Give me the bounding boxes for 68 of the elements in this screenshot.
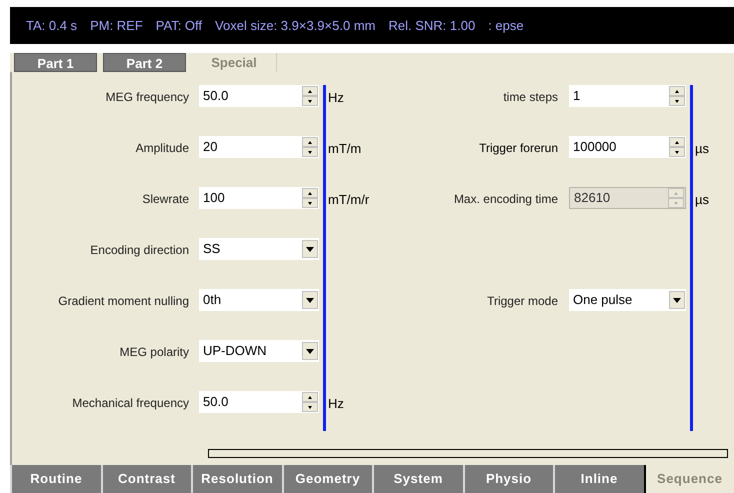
tab[interactable]: Resolution (191, 465, 282, 493)
up-arrow-icon (674, 88, 680, 94)
tab[interactable]: Inline (553, 465, 644, 493)
dropdown[interactable]: One pulse (569, 289, 686, 311)
spin-field[interactable]: 1 (569, 85, 686, 107)
spin-field[interactable]: 50.0 (199, 85, 319, 107)
up-arrow-icon (307, 88, 313, 94)
status-text: Rel. SNR: 1.00 (388, 16, 476, 35)
field-label: MEG polarity (118, 344, 189, 361)
field-label: MEG frequency (104, 89, 189, 106)
status-text: PAT: Off (156, 16, 202, 35)
field-label: Amplitude (134, 140, 189, 157)
spin-up-button[interactable] (302, 392, 318, 402)
spin-up-button[interactable] (669, 137, 685, 147)
spin-field[interactable]: 50.0 (199, 391, 319, 413)
tab[interactable]: System (372, 465, 462, 493)
field-label: Encoding direction (89, 242, 189, 259)
unit-label: Hz (327, 395, 345, 413)
spin-down-button[interactable] (669, 147, 685, 157)
tab[interactable]: Contrast (100, 465, 191, 493)
unit-label: mT/m/r (327, 191, 370, 209)
down-arrow-icon (307, 200, 313, 206)
spin-field[interactable]: 20 (199, 136, 319, 158)
status-text: TA: 0.4 s (26, 16, 78, 35)
spin-field[interactable]: 100 (199, 187, 319, 209)
field-label: Gradient moment nulling (57, 293, 189, 310)
down-arrow-icon (674, 98, 680, 104)
field-label: Trigger forerun (478, 140, 558, 157)
spin-up-button[interactable] (302, 188, 318, 198)
field-label: Mechanical frequency (71, 395, 189, 412)
spin-field[interactable]: 100000 (569, 136, 686, 158)
unit-label: mT/m (327, 140, 362, 158)
up-arrow-icon (307, 394, 313, 400)
field-label: time steps (502, 89, 558, 106)
up-arrow-icon (307, 190, 313, 196)
spin-down-button[interactable] (302, 147, 318, 157)
tab[interactable]: Routine (10, 465, 100, 493)
unit-label: µs (694, 140, 710, 158)
spin-up-button[interactable] (302, 86, 318, 96)
dropdown[interactable]: SS (199, 238, 319, 260)
unit-label: µs (694, 191, 710, 209)
dropdown[interactable]: UP-DOWN (199, 340, 319, 362)
tab[interactable]: Physio (462, 465, 553, 493)
down-arrow-icon (307, 98, 313, 104)
status-text: PM: REF (90, 16, 143, 35)
spin-up-button[interactable] (669, 86, 685, 96)
status-text: : epse (488, 16, 524, 35)
spin-down-button[interactable] (302, 198, 318, 208)
up-arrow-icon (674, 140, 680, 144)
spin-down-button[interactable] (669, 96, 685, 106)
field-label: Slewrate (141, 191, 189, 208)
spin-down-button[interactable] (302, 402, 318, 412)
spin-up-button[interactable] (302, 137, 318, 147)
tab[interactable]: Part 2 (103, 53, 186, 72)
field-label: Trigger mode (486, 293, 558, 310)
field-label: Max. encoding time (452, 191, 558, 208)
tab[interactable]: Part 1 (14, 53, 97, 72)
dropdown[interactable]: 0th (199, 289, 319, 311)
unit-label: Hz (327, 89, 345, 107)
down-arrow-icon (673, 200, 679, 206)
down-arrow-icon (674, 150, 680, 154)
status-text: Voxel size: 3.9×3.9×5.0 mm (215, 16, 376, 35)
up-arrow-icon (673, 190, 679, 196)
down-arrow-icon (307, 150, 313, 154)
spin-down-button[interactable] (302, 96, 318, 106)
tab[interactable]: Geometry (282, 465, 372, 493)
up-arrow-icon (307, 140, 313, 144)
down-arrow-icon (307, 404, 313, 410)
